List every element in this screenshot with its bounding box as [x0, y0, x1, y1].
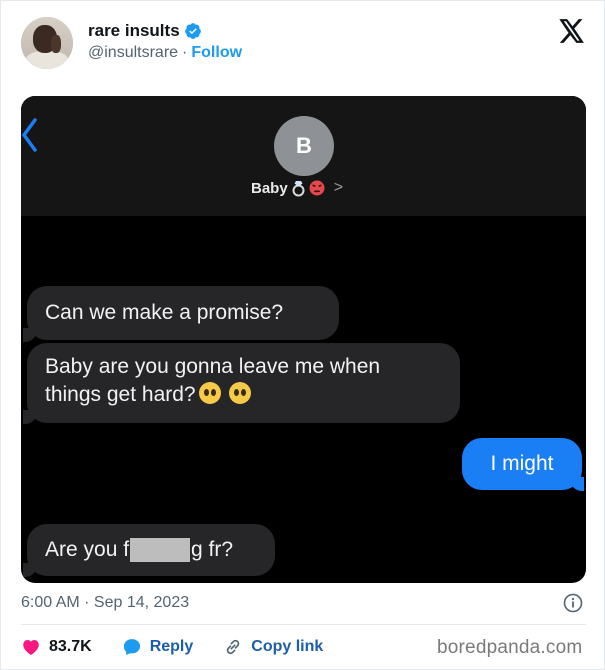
link-icon: [227, 639, 240, 655]
copy-link-button[interactable]: Copy link: [223, 637, 323, 657]
info-icon[interactable]: [563, 593, 583, 613]
message-bubble-received: Are you f g fr?: [27, 524, 275, 576]
contact-name: Baby: [251, 179, 288, 197]
message-text: g fr?: [191, 538, 234, 561]
author-name-row: rare insults: [88, 21, 202, 41]
like-count: 83.7K: [49, 638, 92, 655]
message-text: Are you f: [45, 538, 130, 561]
angry-emoji-icon: [309, 180, 325, 196]
bubble-tail: [23, 563, 37, 577]
contact-avatar: B: [274, 116, 334, 176]
bubble-tail: [23, 328, 37, 342]
chat-header: B Baby >: [21, 96, 586, 216]
reply-bubble-icon: [123, 639, 140, 655]
author-avatar[interactable]: [21, 17, 73, 69]
author-handle[interactable]: @insultsrare: [88, 44, 178, 62]
pleading-emoji-icon: [198, 382, 221, 404]
censor-blur: [130, 538, 191, 562]
ring-emoji-icon: [292, 180, 305, 196]
message-text: Can we make a promise?: [45, 301, 284, 324]
message-bubble-received: Baby are you gonna leave me when things …: [27, 343, 460, 423]
contact-chevron-icon: >: [333, 179, 344, 196]
message-text-line: things get hard?: [45, 381, 442, 409]
media-image[interactable]: B Baby > Can we make a promise? Baby are…: [21, 96, 586, 583]
message-text-line: Baby are you gonna leave me when: [45, 355, 381, 378]
bubble-tail: [23, 410, 37, 424]
heart-icon: [23, 640, 39, 655]
contact-name-row: Baby >: [251, 179, 343, 197]
like-button[interactable]: 83.7K: [21, 637, 92, 657]
reply-button[interactable]: Reply: [122, 637, 194, 657]
message-bubble-sent: I might: [462, 438, 582, 490]
divider: [21, 624, 586, 625]
reply-label: Reply: [149, 638, 194, 655]
pleading-emoji-icon: [228, 382, 251, 404]
tweet-card: rare insults @insultsrare · Follow B Bab…: [0, 0, 605, 670]
verified-badge-icon: [184, 23, 201, 39]
x-logo-icon[interactable]: [559, 19, 585, 43]
message-bubble-received: Can we make a promise?: [27, 286, 339, 340]
handle-separator: ·: [182, 44, 188, 61]
tweet-actions: 83.7K Reply Copy link: [21, 637, 353, 657]
tweet-timestamp[interactable]: 6:00 AM · Sep 14, 2023: [21, 594, 189, 612]
watermark: boredpanda.com: [437, 637, 583, 658]
message-text: I might: [490, 452, 554, 475]
author-name[interactable]: rare insults: [88, 21, 180, 41]
back-chevron-icon: [21, 118, 37, 152]
bubble-tail: [570, 477, 584, 491]
follow-button[interactable]: Follow: [191, 44, 242, 62]
copy-link-label: Copy link: [251, 638, 324, 655]
author-handle-row: @insultsrare · Follow: [88, 44, 242, 62]
message-text: things get hard?: [45, 383, 196, 406]
